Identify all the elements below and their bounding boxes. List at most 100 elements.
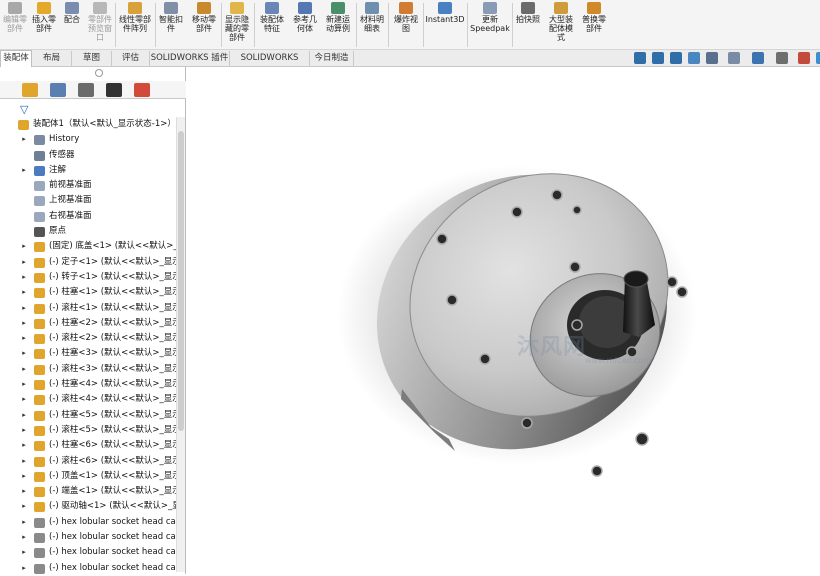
tree-item[interactable]: 上视基准面 bbox=[0, 193, 176, 208]
zoom-to-area-icon[interactable] bbox=[652, 52, 664, 64]
tree-item[interactable]: ▸ (-) 柱塞<2> (默认<<默认>_显示 bbox=[0, 316, 176, 331]
tree-item[interactable]: ▸ (-) 滚柱<1> (默认<<默认>_显示 bbox=[0, 301, 176, 316]
ribbon-button[interactable]: 插入零 部件 bbox=[30, 0, 58, 50]
ribbon-button[interactable]: 装配体 特征 bbox=[256, 0, 288, 50]
ribbon-button[interactable]: 更新 Speedpak bbox=[469, 0, 511, 50]
tree-item[interactable]: ▸ (-) 滚柱<2> (默认<<默认>_显示 bbox=[0, 331, 176, 346]
expand-toggle-icon[interactable]: ▸ bbox=[20, 132, 28, 147]
tree-item[interactable]: ▸ (-) 滚柱<4> (默认<<默认>_显示 bbox=[0, 392, 176, 407]
expand-toggle-icon[interactable]: ▸ bbox=[20, 499, 28, 514]
ribbon-button[interactable]: 新建运 动算例 bbox=[322, 0, 354, 50]
tree-item[interactable]: ▸ (-) 柱塞<6> (默认<<默认>_显示 bbox=[0, 438, 176, 453]
expand-toggle-icon[interactable]: ▸ bbox=[20, 270, 28, 285]
apply-scene-icon[interactable] bbox=[816, 52, 820, 64]
expand-toggle-icon[interactable]: ▸ bbox=[20, 545, 28, 560]
tree-item[interactable]: ▸ 注解 bbox=[0, 163, 176, 178]
ribbon-button[interactable]: Instant3D bbox=[424, 0, 466, 50]
expand-toggle-icon[interactable]: ▸ bbox=[20, 392, 28, 407]
ribbon-tab[interactable]: 草图 bbox=[72, 51, 112, 66]
expand-toggle-icon[interactable]: ▸ bbox=[20, 423, 28, 438]
expand-toggle-icon[interactable]: ▸ bbox=[20, 255, 28, 270]
tree-item[interactable]: ▸ (-) 柱塞<4> (默认<<默认>_显示 bbox=[0, 377, 176, 392]
feature-manager-tab-icon[interactable] bbox=[22, 83, 38, 97]
ribbon-button[interactable]: 线性零部 件阵列 bbox=[116, 0, 154, 50]
tree-item[interactable]: ▸ (-) 转子<1> (默认<<默认>_显示 bbox=[0, 270, 176, 285]
property-manager-tab-icon[interactable] bbox=[50, 83, 66, 97]
ribbon-tab[interactable]: 装配体 bbox=[0, 50, 32, 67]
ribbon-tab[interactable]: SOLIDWORKS MBD bbox=[230, 51, 310, 78]
expand-toggle-icon[interactable]: ▸ bbox=[20, 454, 28, 469]
view-orientation-icon[interactable] bbox=[728, 52, 740, 64]
dynamic-annotation-icon[interactable] bbox=[706, 52, 718, 64]
ribbon-button[interactable]: 爆炸视 图 bbox=[390, 0, 422, 50]
expand-toggle-icon[interactable]: ▸ bbox=[20, 301, 28, 316]
display-style-icon[interactable] bbox=[752, 52, 764, 64]
expand-toggle-icon[interactable]: ▸ bbox=[20, 239, 28, 254]
expand-toggle-icon[interactable]: ▸ bbox=[20, 316, 28, 331]
ribbon-tab[interactable]: 评估 bbox=[112, 51, 150, 66]
ribbon-tab[interactable]: 今日制造 bbox=[310, 51, 354, 66]
tree-item[interactable]: ▸ (-) 柱塞<3> (默认<<默认>_显示 bbox=[0, 346, 176, 361]
ribbon-button[interactable]: 材料明 细表 bbox=[358, 0, 386, 50]
ribbon-button[interactable]: 普换零 部件 bbox=[579, 0, 609, 50]
ribbon-button[interactable]: 参考几 何体 bbox=[290, 0, 320, 50]
expand-toggle-icon[interactable]: ▸ bbox=[20, 285, 28, 300]
ribbon-button[interactable]: 拍快照 bbox=[513, 0, 543, 50]
ribbon-button[interactable]: 移动零 部件 bbox=[188, 0, 220, 50]
tree-item[interactable]: ▸ (-) hex lobular socket head cap bbox=[0, 515, 176, 530]
assembly-model[interactable] bbox=[187, 67, 820, 574]
panel-collapse-handle[interactable] bbox=[95, 69, 103, 77]
tree-item[interactable]: ▸ (-) hex lobular socket head cap bbox=[0, 545, 176, 560]
tree-item[interactable]: ▸ (-) 柱塞<1> (默认<<默认>_显示 bbox=[0, 285, 176, 300]
ribbon-button[interactable]: 编辑零 部件 bbox=[2, 0, 28, 50]
expand-toggle-icon[interactable]: ▸ bbox=[20, 377, 28, 392]
expand-toggle-icon[interactable]: ▸ bbox=[20, 346, 28, 361]
scrollbar-thumb[interactable] bbox=[178, 131, 184, 431]
filter-icon[interactable]: ▽ bbox=[20, 103, 28, 116]
tree-item[interactable]: ▸ (-) 滚柱<3> (默认<<默认>_显示 bbox=[0, 362, 176, 377]
expand-toggle-icon[interactable]: ▸ bbox=[20, 515, 28, 530]
expand-toggle-icon[interactable]: ▸ bbox=[20, 484, 28, 499]
tree-item[interactable]: ▸ (-) 顶盖<1> (默认<<默认>_显示 bbox=[0, 469, 176, 484]
previous-view-icon[interactable] bbox=[670, 52, 682, 64]
expand-toggle-icon[interactable]: ▸ bbox=[20, 408, 28, 423]
tree-item[interactable]: 右视基准面 bbox=[0, 209, 176, 224]
ribbon-button[interactable]: 配合 bbox=[60, 0, 84, 50]
tree-scrollbar[interactable] bbox=[176, 117, 185, 572]
expand-toggle-icon[interactable]: ▸ bbox=[20, 561, 28, 576]
ribbon-tab[interactable]: 布局 bbox=[32, 51, 72, 66]
ribbon-button[interactable]: 显示隐 藏的零 部件 bbox=[222, 0, 252, 50]
section-view-icon[interactable] bbox=[688, 52, 700, 64]
tree-item[interactable]: ▸ (-) 滚柱<6> (默认<<默认>_显示 bbox=[0, 454, 176, 469]
ribbon-button[interactable]: 智能扣 件 bbox=[157, 0, 185, 50]
ribbon-button[interactable]: 大型装 配体模 式 bbox=[545, 0, 577, 50]
tree-item[interactable]: ▸ (-) hex lobular socket head cap bbox=[0, 530, 176, 545]
tree-item-icon bbox=[34, 563, 45, 574]
tree-item[interactable]: 前视基准面 bbox=[0, 178, 176, 193]
ribbon-tab[interactable]: SOLIDWORKS 插件 bbox=[150, 51, 230, 66]
tree-item[interactable]: ▸ History bbox=[0, 132, 176, 147]
hide-show-items-icon[interactable] bbox=[776, 52, 788, 64]
tree-item[interactable]: 装配体1（默认<默认_显示状态-1>） bbox=[0, 117, 176, 132]
expand-toggle-icon[interactable]: ▸ bbox=[20, 163, 28, 178]
zoom-to-fit-icon[interactable] bbox=[634, 52, 646, 64]
tree-item[interactable]: ▸ (-) 滚柱<5> (默认<<默认>_显示 bbox=[0, 423, 176, 438]
tree-item[interactable]: 原点 bbox=[0, 224, 176, 239]
configuration-manager-tab-icon[interactable] bbox=[78, 83, 94, 97]
tree-item[interactable]: 传感器 bbox=[0, 148, 176, 163]
expand-toggle-icon[interactable]: ▸ bbox=[20, 438, 28, 453]
tree-item[interactable]: ▸ (-) 柱塞<5> (默认<<默认>_显示 bbox=[0, 408, 176, 423]
tree-item[interactable]: ▸ (-) 端盖<1> (默认<<默认>_显示 bbox=[0, 484, 176, 499]
expand-toggle-icon[interactable]: ▸ bbox=[20, 331, 28, 346]
expand-toggle-icon[interactable]: ▸ bbox=[20, 469, 28, 484]
tree-item[interactable]: ▸ (-) 驱动轴<1> (默认<<默认>_显 bbox=[0, 499, 176, 514]
expand-toggle-icon[interactable]: ▸ bbox=[20, 362, 28, 377]
edit-appearance-icon[interactable] bbox=[798, 52, 810, 64]
tree-item[interactable]: ▸ (固定) 底盖<1> (默认<<默认>_显 bbox=[0, 239, 176, 254]
graphics-area[interactable]: 沐风网 www.mfcad.com bbox=[187, 67, 820, 574]
dimxpert-manager-tab-icon[interactable] bbox=[106, 83, 122, 97]
ribbon-button[interactable]: 零部件 预览窗 口 bbox=[86, 0, 114, 50]
expand-toggle-icon[interactable]: ▸ bbox=[20, 530, 28, 545]
display-manager-tab-icon[interactable] bbox=[134, 83, 150, 97]
tree-item[interactable]: ▸ (-) 定子<1> (默认<<默认>_显示 bbox=[0, 255, 176, 270]
